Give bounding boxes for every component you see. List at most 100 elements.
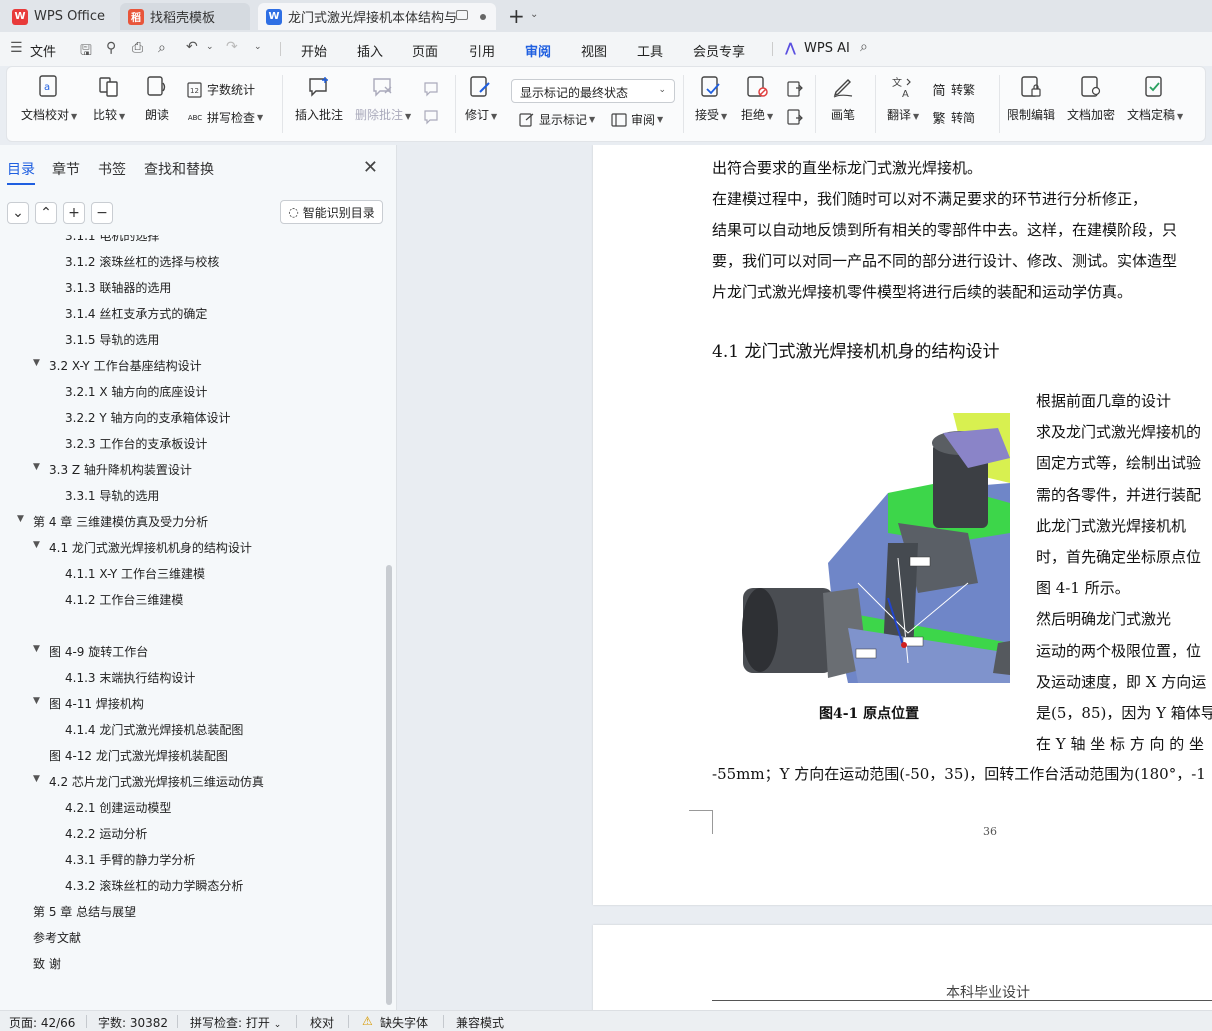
save-icon[interactable]: 🖫 bbox=[80, 40, 92, 64]
menu-review[interactable]: 审阅 bbox=[525, 41, 552, 69]
translate-button[interactable]: 文A 翻译 ▼ bbox=[887, 75, 919, 123]
menu-wps-ai[interactable]: WPS AI bbox=[804, 41, 850, 56]
toc-item[interactable]: 4.2.1 创建运动模型 bbox=[65, 799, 171, 816]
toc-item[interactable]: ▼ 图 4-11 焊接机构 bbox=[33, 695, 144, 712]
menu-page[interactable]: 页面 bbox=[412, 41, 438, 60]
revise-button[interactable]: 修订 ▼ bbox=[465, 75, 497, 123]
review-pane-button[interactable]: 审阅 ▼ bbox=[611, 111, 663, 128]
menu-view[interactable]: 视图 bbox=[581, 41, 607, 60]
toc-item[interactable]: 4.3.2 滚珠丝杠的动力学瞬态分析 bbox=[65, 877, 243, 894]
toc-item[interactable]: 3.2.2 Y 轴方向的支承箱体设计 bbox=[65, 409, 231, 426]
show-markup-button[interactable]: 显示标记 ▼ bbox=[519, 111, 595, 128]
menu-member[interactable]: 会员专享 bbox=[693, 41, 745, 60]
toc-item[interactable]: ▼ 3.3 Z 轴升降机构装置设计 bbox=[33, 461, 192, 478]
new-tab-plus-icon[interactable]: + bbox=[508, 4, 525, 28]
toc-item[interactable]: 4.1.3 末端执行结构设计 bbox=[65, 669, 195, 686]
toc-item[interactable]: ▼ 3.2 X-Y 工作台基座结构设计 bbox=[33, 357, 202, 374]
collapse-chevron-down-icon[interactable]: ⌄ bbox=[7, 202, 29, 224]
expand-triangle-icon[interactable]: ▼ bbox=[33, 644, 40, 654]
nav-tab-chapters[interactable]: 章节 bbox=[52, 159, 80, 179]
nav-tab-bookmarks[interactable]: 书签 bbox=[98, 159, 126, 179]
insert-comment-button[interactable]: 插入批注 bbox=[295, 75, 343, 123]
undo-dropdown-icon[interactable]: ⌄ bbox=[206, 42, 214, 52]
toc-item[interactable]: 图 4-12 龙门式激光焊接机装配图 bbox=[49, 747, 228, 764]
toc-item[interactable]: 3.2.3 工作台的支承板设计 bbox=[65, 435, 207, 452]
proof-status[interactable]: 校对 bbox=[310, 1014, 334, 1031]
expand-triangle-icon[interactable]: ▼ bbox=[33, 358, 40, 368]
magic-icon[interactable]: ⚲ bbox=[106, 40, 116, 56]
smart-toc-button[interactable]: ◌ 智能识别目录 bbox=[280, 200, 383, 224]
tab-template[interactable]: 稻 找稻壳模板 bbox=[120, 3, 250, 30]
toc-item[interactable]: ▼ 图 4-9 旋转工作台 bbox=[33, 643, 148, 660]
toc-item[interactable]: 致 谢 bbox=[33, 955, 61, 972]
toc-item[interactable]: 参考文献 bbox=[33, 929, 81, 946]
pen-button[interactable]: 画笔 bbox=[831, 75, 855, 123]
toc-item[interactable]: 第 5 章 总结与展望 bbox=[33, 903, 136, 920]
finalize-button[interactable]: 文档定稿 ▼ bbox=[1127, 75, 1183, 123]
to-simplified-button[interactable]: 繁 转简 bbox=[931, 109, 975, 127]
chevron-down-icon[interactable]: ⌄ bbox=[530, 9, 538, 20]
file-menu[interactable]: 文件 bbox=[30, 41, 56, 60]
toc-item[interactable]: 3.1.5 导轨的选用 bbox=[65, 331, 159, 348]
tab-document[interactable]: W 龙门式激光焊接机本体结构与 bbox=[258, 3, 496, 30]
toc-item[interactable]: 4.3.1 手臂的静力学分析 bbox=[65, 851, 195, 868]
toc-item[interactable]: ▼ 4.2 芯片龙门式激光焊接机三维运动仿真 bbox=[33, 773, 264, 790]
read-aloud-button[interactable]: 朗读 bbox=[145, 75, 169, 123]
toc-item[interactable]: 3.1.2 滚珠丝杠的选择与校核 bbox=[65, 253, 219, 270]
nav-tab-find-replace[interactable]: 查找和替换 bbox=[144, 159, 214, 179]
next-comment-button[interactable] bbox=[423, 109, 443, 125]
remove-minus-icon[interactable]: − bbox=[91, 202, 113, 224]
compare-button[interactable]: 比较 ▼ bbox=[93, 75, 125, 123]
expand-triangle-icon[interactable]: ▼ bbox=[17, 514, 24, 524]
missing-font-status[interactable]: 缺失字体 bbox=[380, 1014, 428, 1031]
markup-state-select[interactable]: 显示标记的最终状态 ⌄ bbox=[511, 79, 675, 103]
to-traditional-button[interactable]: 简 转繁 bbox=[931, 81, 975, 99]
menu-reference[interactable]: 引用 bbox=[469, 41, 495, 60]
toc-item[interactable]: 3.1.3 联轴器的选用 bbox=[65, 279, 171, 296]
add-plus-icon[interactable]: + bbox=[63, 202, 85, 224]
hamburger-menu-icon[interactable]: ☰ bbox=[10, 40, 23, 56]
toc-item[interactable]: 4.1.1 X-Y 工作台三维建模 bbox=[65, 565, 205, 582]
word-count-status[interactable]: 字数: 30382 bbox=[98, 1014, 168, 1031]
print-preview-icon[interactable]: ⌕ bbox=[158, 40, 166, 56]
print-icon[interactable]: ⎙ bbox=[132, 40, 143, 56]
search-icon[interactable]: ⌕ bbox=[860, 39, 868, 55]
prev-change-button[interactable] bbox=[787, 81, 807, 97]
toc-item[interactable]: ▼ 第 4 章 三维建模仿真及受力分析 bbox=[17, 513, 208, 530]
expand-chevron-up-icon[interactable]: ⌃ bbox=[35, 202, 57, 224]
encrypt-button[interactable]: 文档加密 bbox=[1067, 75, 1115, 123]
page-indicator[interactable]: 页面: 42/66 bbox=[9, 1014, 75, 1031]
toc-item[interactable]: 4.1.4 龙门式激光焊接机总装配图 bbox=[65, 721, 243, 738]
prev-comment-button[interactable] bbox=[423, 81, 443, 97]
next-change-button[interactable] bbox=[787, 109, 807, 125]
undo-icon[interactable]: ↶ bbox=[186, 39, 198, 55]
menu-tools[interactable]: 工具 bbox=[637, 41, 663, 60]
toc-item[interactable]: 4.1.2 工作台三维建模 bbox=[65, 591, 183, 608]
delete-comment-button[interactable]: 删除批注 ▼ bbox=[355, 75, 411, 123]
redo-icon[interactable]: ↷ bbox=[226, 39, 238, 55]
menu-insert[interactable]: 插入 bbox=[357, 41, 383, 60]
nav-tab-toc[interactable]: 目录 bbox=[7, 159, 35, 185]
toc-item[interactable]: 3.1.1 电机的选择 bbox=[65, 235, 159, 244]
toc-item[interactable]: ▼ 4.1 龙门式激光焊接机机身的结构设计 bbox=[33, 539, 252, 556]
unsaved-dot-icon[interactable] bbox=[480, 14, 486, 20]
toc-item[interactable]: 3.2.1 X 轴方向的底座设计 bbox=[65, 383, 207, 400]
expand-triangle-icon[interactable]: ▼ bbox=[33, 462, 40, 472]
word-count-button[interactable]: 12 字数统计 bbox=[187, 81, 255, 98]
expand-triangle-icon[interactable]: ▼ bbox=[33, 774, 40, 784]
reject-button[interactable]: 拒绝 ▼ bbox=[741, 75, 773, 123]
toc-item[interactable]: 3.3.1 导轨的选用 bbox=[65, 487, 159, 504]
close-icon[interactable]: ✕ bbox=[363, 157, 378, 178]
spell-check-status[interactable]: 拼写检查: 打开 ⌄ bbox=[190, 1014, 281, 1031]
toc-item[interactable]: 3.1.4 丝杠支承方式的确定 bbox=[65, 305, 207, 322]
doc-proof-button[interactable]: a 文档校对 ▼ bbox=[21, 75, 77, 123]
monitor-icon[interactable] bbox=[456, 10, 468, 20]
compat-mode-status[interactable]: 兼容模式 bbox=[456, 1014, 504, 1031]
toc-item[interactable]: 4.2.2 运动分析 bbox=[65, 825, 147, 842]
more-chevron-icon[interactable]: ⌄ bbox=[254, 42, 262, 52]
spell-check-button[interactable]: ABC 拼写检查 ▼ bbox=[187, 109, 263, 126]
restrict-edit-button[interactable]: 限制编辑 bbox=[1007, 75, 1055, 123]
expand-triangle-icon[interactable]: ▼ bbox=[33, 696, 40, 706]
tab-wps-office[interactable]: W WPS Office bbox=[4, 3, 116, 30]
menu-start[interactable]: 开始 bbox=[301, 41, 327, 60]
